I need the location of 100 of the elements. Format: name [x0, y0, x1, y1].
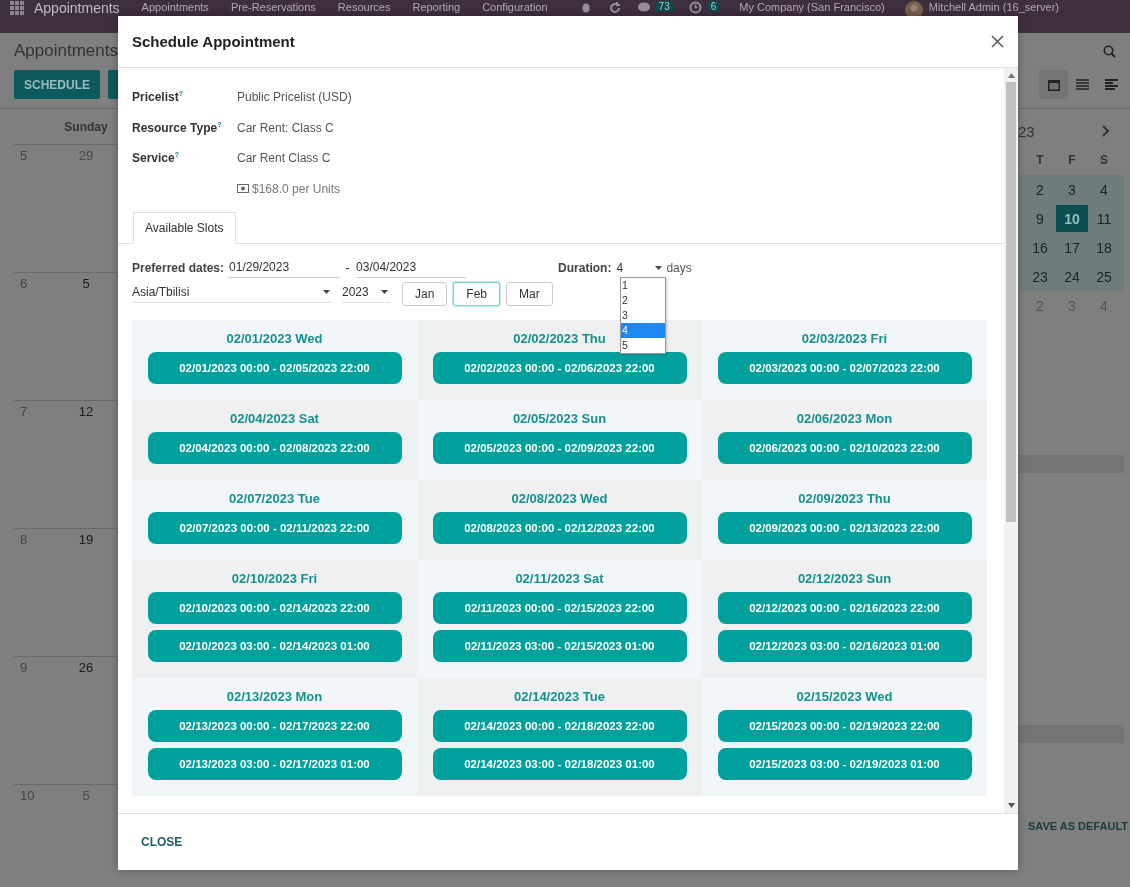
week-number: 8: [19, 532, 29, 549]
time-slot-button[interactable]: 02/13/2023 03:00 - 02/17/2023 01:00: [147, 748, 402, 780]
caret-icon: [655, 266, 663, 270]
weekday-label: T: [1035, 152, 1045, 169]
time-slot-button[interactable]: 02/15/2023 03:00 - 02/19/2023 01:00: [717, 748, 972, 780]
day-heading: 02/07/2023 Tue: [229, 491, 320, 506]
field-value: Car Rent: Class C: [237, 120, 334, 137]
scroll-down-icon[interactable]: [1007, 803, 1015, 808]
day-heading: 02/11/2023 Sat: [515, 571, 604, 586]
time-slot-button[interactable]: 02/11/2023 03:00 - 02/15/2023 01:00: [432, 630, 687, 662]
scrollbar[interactable]: [1004, 68, 1018, 813]
time-slot-button[interactable]: 02/11/2023 00:00 - 02/15/2023 22:00: [432, 592, 687, 624]
year-select[interactable]: 2023: [342, 285, 390, 303]
time-slot-button[interactable]: 02/14/2023 03:00 - 02/18/2023 01:00: [432, 748, 687, 780]
field-label: Resource Type$^{?}$: [132, 120, 223, 137]
field-value: Public Pricelist (USD): [237, 90, 352, 106]
chat-icon[interactable]: [637, 1, 650, 13]
timezone-select[interactable]: Asia/Tbilisi: [132, 285, 332, 303]
day-number: 26: [77, 660, 95, 677]
day-heading: 02/08/2023 Wed: [511, 491, 608, 506]
day-heading: 02/10/2023 Fri: [231, 571, 318, 586]
month-button[interactable]: Mar: [506, 282, 553, 306]
time-slot-button[interactable]: 02/08/2023 00:00 - 02/12/2023 22:00: [432, 512, 687, 544]
month-title: 23: [1018, 122, 1035, 140]
time-slot-button[interactable]: 02/02/2023 00:00 - 02/06/2023 22:00: [432, 352, 687, 384]
time-slot-button[interactable]: 02/12/2023 00:00 - 02/16/2023 22:00: [717, 592, 972, 624]
time-slot-button[interactable]: 02/14/2023 00:00 - 02/18/2023 22:00: [432, 710, 687, 742]
time-slot-button[interactable]: 02/05/2023 00:00 - 02/09/2023 22:00: [432, 432, 687, 464]
scroll-up-icon[interactable]: [1007, 73, 1015, 78]
time-slot-button[interactable]: 02/09/2023 00:00 - 02/13/2023 22:00: [717, 512, 972, 544]
calendar-day[interactable]: 24: [1056, 262, 1088, 291]
calendar-day[interactable]: 18: [1088, 233, 1120, 262]
time-slot-button[interactable]: 02/01/2023 00:00 - 02/05/2023 22:00: [147, 352, 402, 384]
gantt-icon: [1105, 79, 1118, 90]
date-field[interactable]: 03/04/2023: [356, 260, 467, 278]
schedule-button[interactable]: SCHEDULE: [14, 70, 100, 99]
user-name[interactable]: Mitchell Admin (16_server): [928, 1, 1059, 14]
menu-item[interactable]: Configuration: [482, 1, 548, 14]
time-slot-button[interactable]: 02/10/2023 00:00 - 02/14/2023 22:00: [147, 592, 402, 624]
price-text: $168.0 per Units: [252, 181, 341, 196]
caret-icon: [323, 290, 330, 294]
calendar-day[interactable]: 10: [1056, 205, 1088, 232]
dropdown-option[interactable]: 4: [621, 323, 665, 338]
calendar-day[interactable]: 3: [1056, 175, 1088, 204]
day-heading: 02/01/2023 Wed: [226, 331, 323, 346]
date-field[interactable]: 01/29/2023: [229, 260, 340, 278]
calendar-day[interactable]: 2: [1024, 175, 1056, 204]
calendar-day[interactable]: 11: [1088, 204, 1120, 233]
time-slot-button[interactable]: 02/13/2023 00:00 - 02/17/2023 22:00: [147, 710, 402, 742]
day-heading: 02/15/2023 Wed: [796, 689, 893, 704]
calendar-view-button[interactable]: [1039, 70, 1068, 99]
clock-icon[interactable]: [688, 1, 702, 14]
calendar-day[interactable]: 17: [1056, 233, 1088, 262]
time-slot-button[interactable]: 02/04/2023 00:00 - 02/08/2023 22:00: [147, 432, 402, 464]
separator: -: [344, 261, 351, 277]
tab[interactable]: Available Slots: [133, 212, 236, 244]
field-label: Duration:: [558, 261, 612, 277]
circle-arrow-icon[interactable]: [607, 1, 622, 15]
time-slot-button[interactable]: 02/10/2023 03:00 - 02/14/2023 01:00: [147, 630, 402, 662]
close-button[interactable]: CLOSE: [130, 829, 194, 855]
breadcrumb[interactable]: Appointments: [14, 41, 118, 61]
time-slot-button[interactable]: 02/15/2023 00:00 - 02/19/2023 22:00: [717, 710, 972, 742]
apps-grid-icon[interactable]: [10, 1, 24, 15]
menu-item[interactable]: Pre-Reservations: [230, 1, 316, 14]
calendar-day[interactable]: 23: [1024, 262, 1056, 291]
dropdown-option[interactable]: 5: [621, 338, 665, 353]
menu-item[interactable]: Appointments: [141, 1, 209, 14]
calendar-day[interactable]: 4: [1088, 175, 1120, 204]
month-button[interactable]: Feb: [453, 282, 501, 306]
search-icon[interactable]: [1103, 44, 1116, 58]
day-heading: 02/04/2023 Sat: [230, 411, 319, 426]
week-number: 5: [19, 148, 29, 165]
calendar-day[interactable]: 16: [1024, 233, 1056, 262]
app-title[interactable]: Appointments: [34, 1, 120, 15]
calendar-day[interactable]: 9: [1024, 204, 1056, 233]
field-label: Preferred dates:: [132, 261, 225, 277]
day-number: 12: [77, 404, 95, 421]
time-slot-button[interactable]: 02/07/2023 00:00 - 02/11/2023 22:00: [147, 512, 402, 544]
day-heading: 02/06/2023 Mon: [796, 411, 893, 426]
month-button[interactable]: Jan: [402, 282, 448, 306]
day-heading: 02/14/2023 Tue: [514, 689, 605, 704]
banknote-icon: [237, 183, 249, 193]
menu-item[interactable]: Reporting: [412, 1, 461, 14]
time-slot-button[interactable]: 02/03/2023 00:00 - 02/07/2023 22:00: [717, 352, 972, 384]
company-name[interactable]: My Company (San Francisco): [739, 1, 885, 14]
time-slot-button[interactable]: 02/12/2023 03:00 - 02/16/2023 01:00: [717, 630, 972, 662]
day-heading: 02/12/2023 Sun: [797, 571, 892, 586]
dropdown-option[interactable]: 1: [621, 278, 665, 293]
calendar-day[interactable]: 25: [1088, 262, 1120, 291]
dropdown-option[interactable]: 2: [621, 293, 665, 308]
time-slot-button[interactable]: 02/06/2023 00:00 - 02/10/2023 22:00: [717, 432, 972, 464]
menu-item[interactable]: Resources: [337, 1, 391, 14]
close-icon[interactable]: [991, 35, 1004, 48]
dropdown-option[interactable]: 3: [621, 308, 665, 323]
list-icon: [1076, 79, 1089, 90]
day-heading: 02/02/2023 Thu: [513, 331, 606, 346]
duration-select[interactable]: 4: [616, 261, 663, 278]
day-number: 19: [77, 532, 95, 549]
day-heading: 02/05/2023 Sun: [512, 411, 607, 426]
caret-icon: [381, 290, 388, 294]
